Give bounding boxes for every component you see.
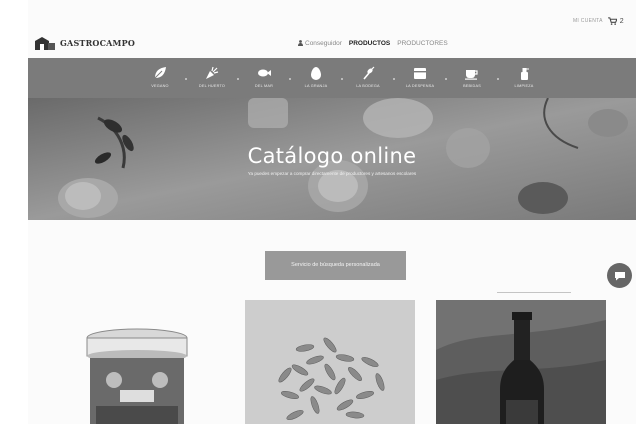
separator-dot [185,78,187,80]
product-card-bottle[interactable] [436,300,606,424]
category-del-mar[interactable]: DEL MAR [241,58,287,88]
category-bebidas[interactable]: BEBIDAS [449,58,495,88]
carrot-icon [206,66,219,79]
cart-icon [607,17,617,25]
chat-button[interactable] [607,263,632,288]
nav-conseguidor[interactable]: Conseguidor [298,40,342,47]
category-la-granja[interactable]: LA GRANJA [293,58,339,88]
separator-dot [393,78,395,80]
category-label: VEGANO [151,84,169,88]
category-del-huerto[interactable]: DEL HUERTO [189,58,235,88]
product-card-pasta[interactable] [245,300,415,424]
category-label: LIMPIEZA [514,84,534,88]
separator-dot [497,78,499,80]
nav-productos[interactable]: PRODUCTOS [349,40,390,47]
barn-logo-icon [35,37,55,50]
wine-icon [363,66,375,80]
pantry-icon [414,68,426,79]
category-label: LA DESPENSA [405,84,435,88]
product-image-jar [76,300,198,424]
cup-icon [465,70,478,80]
separator-dot [445,78,447,80]
account-bar: MI CUENTA 2 [573,17,624,25]
logo[interactable]: GASTROCAMPO [34,35,135,51]
divider [497,292,571,293]
main-nav: Conseguidor PRODUCTOS PRODUCTORES [298,40,448,47]
hero-banner: Catálogo online Ya puedes empezar a comp… [28,98,636,220]
chat-bubble-icon [614,271,625,280]
account-link[interactable]: MI CUENTA [573,18,603,24]
person-icon [298,40,303,46]
category-vegano[interactable]: VEGANO [137,58,183,88]
product-card-jar[interactable] [76,300,198,424]
personalized-search-button[interactable]: Servicio de búsqueda personalizada [265,251,406,280]
spray-bottle-icon [521,68,529,80]
category-label: BEBIDAS [463,84,481,88]
category-label: DEL MAR [254,84,274,88]
separator-dot [341,78,343,80]
category-label: LA GRANJA [304,84,328,88]
category-label: DEL HUERTO [198,84,226,88]
egg-icon [311,67,321,80]
hero-subtitle: Ya puedes empezar a comprar directamente… [247,171,417,176]
product-image-pasta [245,300,415,424]
page: MI CUENTA 2 GASTROCAMPO Conseguidor PROD… [28,0,636,424]
separator-dot [289,78,291,80]
category-la-bodega[interactable]: LA BODEGA [345,58,391,88]
hero-title: Catálogo online [247,144,417,168]
product-image-bottle [436,300,606,424]
cart-button[interactable]: 2 [607,17,624,25]
nav-productores[interactable]: PRODUCTORES [397,40,447,47]
category-label: LA BODEGA [356,84,380,88]
fish-icon [258,69,271,77]
cart-count: 2 [619,17,624,25]
nav-conseguidor-label: Conseguidor [305,40,342,47]
separator-dot [237,78,239,80]
category-limpieza[interactable]: LIMPIEZA [501,58,547,88]
logo-text: GASTROCAMPO [60,38,136,48]
category-la-despensa[interactable]: LA DESPENSA [397,58,443,88]
leaf-icon [154,67,166,79]
category-bar: VEGANO DEL HUERTO DEL MAR LA GRANJA LA B… [28,58,636,98]
